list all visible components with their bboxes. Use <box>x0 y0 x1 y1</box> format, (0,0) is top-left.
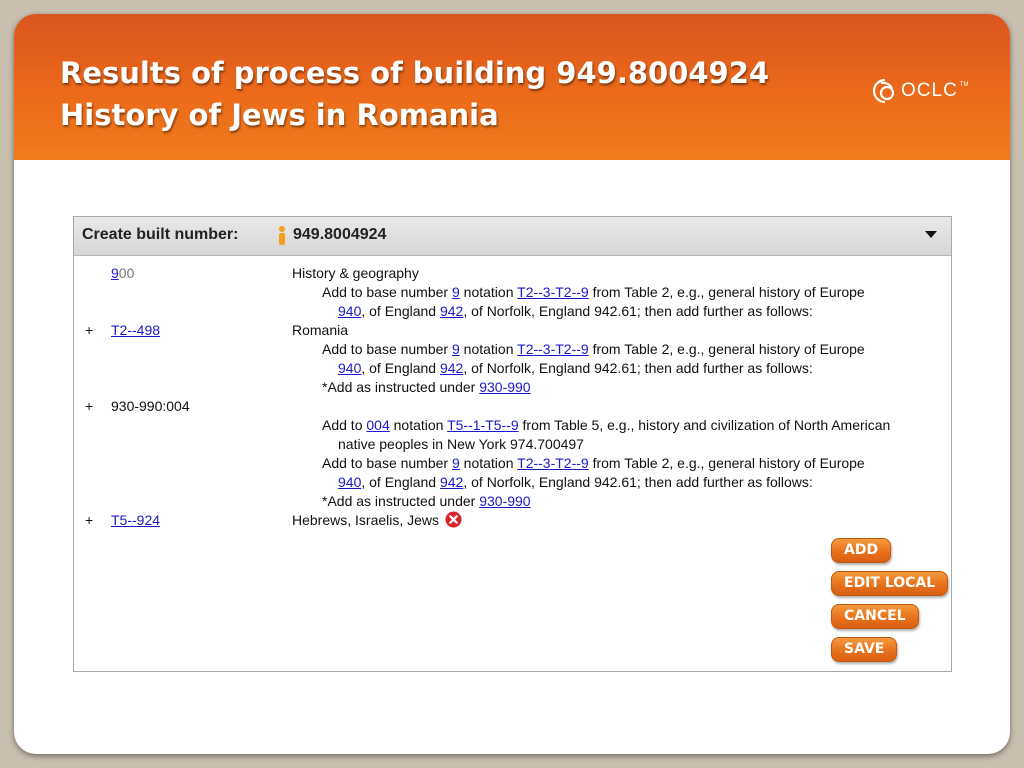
step-plus: + <box>85 322 94 338</box>
step-caption: Hebrews, Israelis, Jews <box>292 511 462 530</box>
edit-local-button[interactable]: EDIT LOCAL <box>831 571 949 596</box>
step-caption-text: Hebrews, Israelis, Jews <box>292 512 440 528</box>
base-number-rest: 00 <box>118 265 135 281</box>
note-link[interactable]: T2--3-T2--9 <box>517 284 589 300</box>
slide: Results of process of building 949.80049… <box>14 14 1010 754</box>
logo-trademark: TM <box>959 82 969 88</box>
note-text: from Table 5, e.g., history and civiliza… <box>518 417 891 433</box>
note-text: Add to base number <box>322 455 452 471</box>
note-link[interactable]: 942 <box>440 360 463 376</box>
add-button[interactable]: ADD <box>831 538 892 563</box>
step-number: T2--498 <box>111 321 160 340</box>
note-text: from Table 2, e.g., general history of E… <box>588 341 865 357</box>
step-number: 900 <box>111 264 134 283</box>
note-link[interactable]: 942 <box>440 303 463 319</box>
oclc-logo: OCLC TM <box>872 75 968 107</box>
built-number: 949.8004924 <box>293 226 387 243</box>
create-built-number-panel: Create built number: 949.8004924 900 His… <box>73 216 952 672</box>
note-link[interactable]: T2--3-T2--9 <box>517 341 589 357</box>
note-link[interactable]: 930-990 <box>479 379 530 395</box>
step-number: T5--924 <box>111 511 160 530</box>
note-text: from Table 2, e.g., general history of E… <box>588 455 865 471</box>
title-line-2: History of Jews in Romania <box>60 98 499 132</box>
step-number-link[interactable]: T2--498 <box>111 322 160 338</box>
note-text: *Add as instructed under <box>322 493 480 509</box>
note-text: notation <box>459 455 518 471</box>
title-line-1: Results of process of building 949.80049… <box>60 56 770 90</box>
note-link[interactable]: 004 <box>366 417 389 433</box>
step-caption: History & geography <box>292 265 419 281</box>
save-button[interactable]: SAVE <box>831 637 898 662</box>
note-text: notation <box>389 417 448 433</box>
oclc-logo-icon <box>872 78 895 104</box>
step-note: *Add as instructed under 930-990 <box>322 492 531 511</box>
base-number-link[interactable]: 9 <box>111 265 119 281</box>
note-text: notation <box>459 341 518 357</box>
note-link[interactable]: 940 <box>338 474 361 490</box>
step-note: Add to base number 9 notation T2--3-T2--… <box>322 454 865 473</box>
note-link[interactable]: 930-990 <box>479 493 530 509</box>
note-text: notation <box>459 284 518 300</box>
step-note: Add to base number 9 notation T2--3-T2--… <box>322 283 865 302</box>
collapse-caret-icon[interactable] <box>925 231 937 238</box>
step-note: Add to base number 9 notation T2--3-T2--… <box>322 340 865 359</box>
note-text: Add to <box>322 417 367 433</box>
step-note: *Add as instructed under 930-990 <box>322 378 531 397</box>
note-text: *Add as instructed under <box>322 379 480 395</box>
step-caption: Romania <box>292 322 349 338</box>
step-number-link[interactable]: T5--924 <box>111 512 160 528</box>
note-text: , of Norfolk, England 942.61; then add f… <box>463 360 813 376</box>
note-text: , of England <box>361 474 440 490</box>
note-link[interactable]: 940 <box>338 360 361 376</box>
note-link[interactable]: T2--3-T2--9 <box>517 455 589 471</box>
step-note: 940, of England 942, of Norfolk, England… <box>338 359 813 378</box>
step-note: Add to 004 notation T5--1-T5--9 from Tab… <box>322 416 890 435</box>
note-text: from Table 2, e.g., general history of E… <box>588 284 865 300</box>
panel-label: Create built number: <box>82 226 239 243</box>
step-plus: + <box>85 398 94 414</box>
note-link[interactable]: 942 <box>440 474 463 490</box>
slide-title: Results of process of building 949.80049… <box>60 52 769 136</box>
remove-icon[interactable] <box>445 511 462 528</box>
note-link[interactable]: 940 <box>338 303 361 319</box>
panel-header[interactable]: Create built number: 949.8004924 <box>74 217 951 256</box>
cancel-button[interactable]: CANCEL <box>831 604 919 629</box>
note-link[interactable]: T5--1-T5--9 <box>447 417 519 433</box>
note-text: Add to base number <box>322 341 452 357</box>
step-note: 940, of England 942, of Norfolk, England… <box>338 473 813 492</box>
step-note: 940, of England 942, of Norfolk, England… <box>338 302 813 321</box>
note-link[interactable]: 9 <box>452 341 460 357</box>
step-number: 930-990:004 <box>111 398 190 414</box>
note-text: , of Norfolk, England 942.61; then add f… <box>463 474 813 490</box>
step-note: native peoples in New York 974.700497 <box>338 436 584 452</box>
person-icon <box>279 226 285 245</box>
note-text: , of Norfolk, England 942.61; then add f… <box>463 303 813 319</box>
note-link[interactable]: 9 <box>452 284 460 300</box>
note-link[interactable]: 9 <box>452 455 460 471</box>
note-text: , of England <box>361 303 440 319</box>
logo-text: OCLC <box>901 80 958 101</box>
slide-header: Results of process of building 949.80049… <box>14 14 1010 160</box>
note-text: Add to base number <box>322 284 452 300</box>
note-text: , of England <box>361 360 440 376</box>
step-plus: + <box>85 512 94 528</box>
